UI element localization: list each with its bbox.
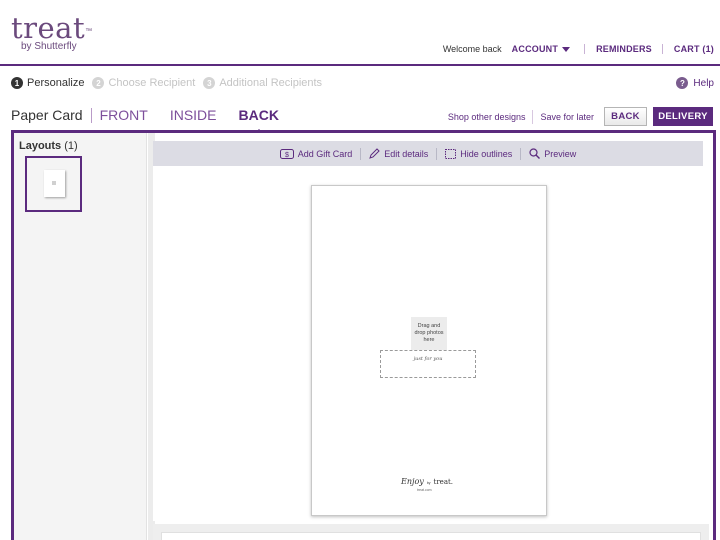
header-divider [0,64,720,66]
tab-divider [90,107,92,123]
help-icon: ? [676,77,689,89]
card-back-preview[interactable]: Drag and drop photos here just for you E… [311,185,547,516]
layouts-heading: Layouts (1) [19,140,78,152]
logo-script: Enjoy [401,477,424,486]
photo-placeholder-icon [52,181,56,185]
toolbar-divider [360,147,362,160]
card-actions: Shop other designs Save for later BACK D… [448,107,713,126]
hide-outlines-button[interactable]: Hide outlines [445,148,513,159]
step-number-icon: 3 [203,77,216,89]
text-field[interactable]: just for you [380,350,476,378]
logo-brand: treat. [433,478,454,486]
layout-card-icon [44,170,65,197]
magnifier-icon [529,148,541,159]
nav-divider [661,44,663,54]
logo-word: treat [11,11,86,45]
step-additional-recipients[interactable]: 3 Additional Recipients [203,77,322,89]
add-gift-card-button[interactable]: $ Add Gift Card [279,148,353,159]
delivery-button[interactable]: DELIVERY [653,107,713,126]
tab-back[interactable]: BACK [238,107,279,134]
reminders-link[interactable]: REMINDERS [596,44,652,54]
cart-link[interactable]: CART (1) [674,44,714,54]
edit-details-button[interactable]: Edit details [369,148,428,159]
svg-text:$: $ [285,152,289,159]
layouts-title: Layouts [19,140,62,152]
trademark-mark: ™ [85,28,93,35]
back-button[interactable]: BACK [604,107,647,126]
account-menu[interactable]: ACCOUNT [512,44,558,54]
add-gift-card-label: Add Gift Card [297,148,353,159]
toolbar-divider [520,147,522,160]
step-personalize[interactable]: 1 Personalize [11,77,84,89]
toolbar-divider [436,147,438,160]
layout-thumbnail[interactable] [25,156,82,212]
action-divider [532,109,534,124]
layouts-count: (1) [64,140,78,152]
step-label: Personalize [27,77,85,89]
help-label: Help [693,77,714,89]
photo-drop-zone[interactable]: Drag and drop photos here [411,317,447,350]
pencil-icon [369,148,380,159]
bottom-panel-content [161,532,701,540]
nav-divider [584,44,586,54]
chevron-down-icon[interactable] [562,46,571,52]
card-side-tabs: Paper Card FRONT INSIDE BACK [11,106,301,134]
tab-inside[interactable]: INSIDE [170,107,217,123]
edit-details-label: Edit details [384,148,429,159]
step-number-icon: 2 [92,77,105,89]
step-choose-recipient[interactable]: 2 Choose Recipient [92,77,195,89]
shop-other-designs-link[interactable]: Shop other designs [448,112,526,122]
hide-outlines-label: Hide outlines [460,148,513,159]
editor-toolbar: $ Add Gift Card Edit details Hide outlin… [153,141,703,172]
preview-label: Preview [544,148,577,159]
card-brand-logo: Enjoy by treat. [401,477,453,486]
product-name: Paper Card [11,107,83,123]
design-canvas: Drag and drop photos here just for you E… [153,166,703,521]
top-navigation: Welcome back ACCOUNT REMINDERS CART (1) [443,43,714,55]
step-number-icon: 1 [11,77,23,89]
treat-logo[interactable]: treat™ by Shutterfly [11,11,93,53]
step-label: Additional Recipients [219,77,323,89]
logo-url: treat.com [417,488,432,492]
tab-back-label: BACK [238,107,279,123]
progress-steps: 1 Personalize 2 Choose Recipient 3 Addit… [11,77,330,89]
help-link[interactable]: ? Help [676,77,714,89]
save-for-later-link[interactable]: Save for later [540,112,594,122]
preview-button[interactable]: Preview [529,148,576,159]
bottom-panel [153,524,709,540]
welcome-text: Welcome back [442,44,502,54]
layouts-panel: Layouts (1) [14,133,147,540]
dashed-outline-icon [445,148,457,159]
gift-card-icon: $ [279,148,294,159]
editor-workspace: Layouts (1) $ Add Gift Card Edit details [11,130,716,540]
logo-by: by [426,481,431,485]
step-label: Choose Recipient [108,77,196,89]
tab-front[interactable]: FRONT [100,107,148,123]
